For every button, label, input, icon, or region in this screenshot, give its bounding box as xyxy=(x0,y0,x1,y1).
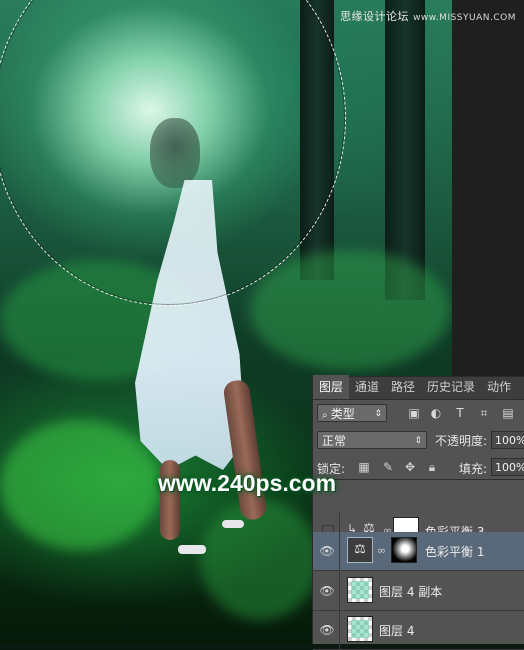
watermark-big: www.240ps.com xyxy=(157,470,337,496)
foliage xyxy=(200,500,320,620)
adjustment-filter-icon[interactable]: ◐ xyxy=(429,406,443,420)
layer-row-selected[interactable]: 👁︎ ⚖ ∞ 色彩平衡 1 xyxy=(313,532,524,571)
divider xyxy=(339,572,340,610)
blend-mode-select[interactable]: 正常 ⇕ xyxy=(317,431,427,449)
layer-thumbnail[interactable] xyxy=(347,616,373,642)
chain-icon: ∞ xyxy=(377,544,387,557)
lock-icon[interactable]: 🔒︎ xyxy=(425,460,439,474)
tab-history[interactable]: 历史记录 xyxy=(421,375,481,399)
layer-row[interactable]: 👁︎ 图层 4 xyxy=(313,611,524,650)
shoe xyxy=(178,545,206,554)
image-filter-icon[interactable]: ▣ xyxy=(407,406,421,420)
foliage xyxy=(250,250,450,370)
move-icon[interactable]: ✥ xyxy=(403,460,417,474)
blend-row: 正常 ⇕ 不透明度: 100% xyxy=(313,427,524,453)
layer-thumbnail[interactable] xyxy=(347,577,373,603)
layer-filter-row: ⌕ 类型 ⇕ ▣ ◐ T ⌗ ▤ xyxy=(313,401,524,425)
fill-label: 填充: xyxy=(459,462,488,476)
watermark-top: 思缘设计论坛 www.MISSYUAN.COM xyxy=(340,8,516,24)
panel-tabs: 图层 通道 路径 历史记录 动作 xyxy=(313,375,524,400)
smart-object-filter-icon[interactable]: ▤ xyxy=(501,406,515,420)
opacity-label: 不透明度: xyxy=(435,434,488,448)
foliage xyxy=(0,420,160,550)
watermark-site: 思缘设计论坛 xyxy=(340,10,410,23)
type-filter-icon[interactable]: T xyxy=(453,406,467,420)
layers-panel: 图层 通道 路径 历史记录 动作 ⌕ 类型 ⇕ ▣ ◐ T ⌗ ▤ 正常 ⇕ 不… xyxy=(312,375,524,650)
eye-icon[interactable]: 👁︎ xyxy=(319,544,335,558)
shoe xyxy=(222,520,244,528)
filter-kind-select[interactable]: ⌕ 类型 ⇕ xyxy=(317,404,387,422)
divider xyxy=(339,611,340,649)
tab-channels[interactable]: 通道 xyxy=(349,375,385,399)
tab-paths[interactable]: 路径 xyxy=(385,375,421,399)
lock-transparent-icon[interactable]: ▦ xyxy=(357,460,371,474)
shape-filter-icon[interactable]: ⌗ xyxy=(477,406,491,420)
eye-icon[interactable]: 👁︎ xyxy=(319,623,335,637)
watermark-url: www.MISSYUAN.COM xyxy=(413,13,516,23)
eye-icon[interactable]: 👁︎ xyxy=(319,584,335,598)
tab-actions[interactable]: 动作 xyxy=(481,375,517,399)
lock-row: 锁定: ▦ ✎ ✥ 🔒︎ 填充: 100% xyxy=(313,455,524,480)
filter-kind-label: 类型 xyxy=(330,407,355,421)
layer-name[interactable]: 色彩平衡 1 xyxy=(425,543,484,560)
tab-layers[interactable]: 图层 xyxy=(313,375,350,399)
blend-mode-value: 正常 xyxy=(322,434,347,448)
dropdown-arrow-icon: ⇕ xyxy=(374,409,382,419)
layer-name[interactable]: 图层 4 副本 xyxy=(379,583,442,600)
balance-icon: ⚖ xyxy=(347,537,373,563)
layer-mask-thumb[interactable] xyxy=(391,537,417,563)
opacity-input[interactable]: 100% xyxy=(491,431,524,449)
divider xyxy=(339,532,340,570)
layer-row[interactable]: 👁︎ 图层 4 副本 xyxy=(313,572,524,611)
search-icon: ⌕ xyxy=(322,410,331,421)
layer-name[interactable]: 图层 4 xyxy=(379,622,414,639)
brush-icon[interactable]: ✎ xyxy=(381,460,395,474)
dropdown-arrow-icon: ⇕ xyxy=(414,436,422,446)
fill-input[interactable]: 100% xyxy=(491,458,524,476)
